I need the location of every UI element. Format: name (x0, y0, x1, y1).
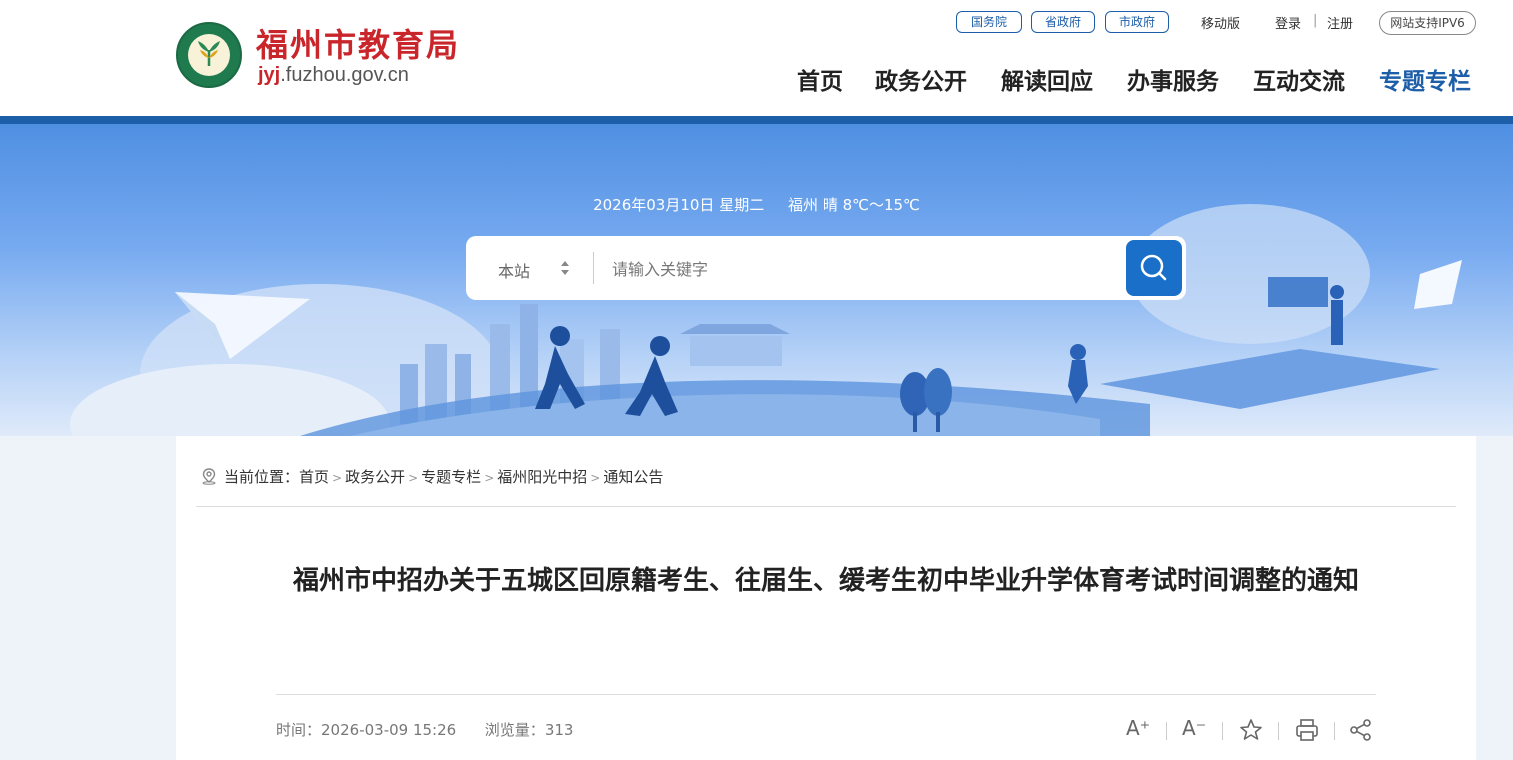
location-pin-icon (202, 468, 216, 485)
nav-interaction[interactable]: 互动交流 (1253, 62, 1345, 96)
breadcrumb-separator: > (590, 471, 601, 485)
share-icon[interactable] (1348, 716, 1374, 744)
article-title: 福州市中招办关于五城区回原籍考生、往届生、缓考生初中毕业升学体育考试时间调整的通… (292, 566, 1359, 596)
date-text: 2026年03月10日 星期二 (593, 196, 765, 214)
breadcrumb: 当前位置：首页 > 政务公开 > 专题专栏 > 福州阳光中招 > 通知公告 (200, 466, 663, 487)
tool-divider (1222, 722, 1223, 740)
header-divider (0, 116, 1513, 124)
breadcrumb-divider (196, 506, 1456, 507)
nav-interpretation[interactable]: 解读回应 (1001, 62, 1093, 96)
site-header: 福州市教育局 jyj.fuzhou.gov.cn 国务院 省政府 市政府 移动版… (0, 0, 1513, 116)
login-separator: | (1313, 13, 1318, 28)
tool-divider (1278, 722, 1279, 740)
tool-divider (1334, 722, 1335, 740)
ipv6-badge[interactable]: 网站支持IPV6 (1379, 11, 1476, 35)
search-scope-select[interactable]: 本站 (498, 258, 530, 282)
article-meta: 时间：2026-03-09 15:26 浏览量：313 (276, 719, 573, 740)
nav-government-affairs[interactable]: 政务公开 (875, 62, 967, 96)
link-register[interactable]: 注册 (1327, 13, 1353, 32)
nav-special-topics[interactable]: 专题专栏 (1379, 62, 1471, 96)
search-input[interactable] (610, 248, 1114, 290)
link-shengzhengfu[interactable]: 省政府 (1031, 11, 1095, 33)
breadcrumb-separator: > (408, 471, 419, 485)
views-label: 浏览量： (484, 721, 545, 739)
search-divider (593, 252, 594, 284)
breadcrumb-government-affairs[interactable]: 政务公开 (345, 468, 405, 486)
breadcrumb-home[interactable]: 首页 (299, 468, 329, 486)
view-count: 313 (544, 721, 574, 739)
breadcrumb-separator: > (484, 471, 495, 485)
font-increase-icon[interactable]: A⁺ (1126, 716, 1150, 744)
weather-text: 福州 晴 8℃～15℃ (788, 196, 920, 214)
breadcrumb-sunshine-admission[interactable]: 福州阳光中招 (497, 468, 587, 486)
title-divider (276, 694, 1376, 695)
link-login[interactable]: 登录 (1275, 13, 1301, 32)
search-box: 本站 (466, 236, 1186, 300)
publish-time: 2026-03-09 15:26 (321, 721, 457, 739)
search-icon (1140, 254, 1167, 281)
star-icon[interactable] (1238, 716, 1264, 744)
time-label: 时间： (276, 721, 322, 739)
breadcrumb-special-topics[interactable]: 专题专栏 (421, 468, 481, 486)
nav-home[interactable]: 首页 (797, 62, 843, 96)
site-title: 福州市教育局 (256, 26, 461, 64)
site-logo[interactable]: 福州市教育局 jyj.fuzhou.gov.cn (176, 22, 476, 92)
scope-arrows-icon[interactable] (560, 258, 570, 278)
domain-rest: .fuzhou.gov.cn (280, 64, 409, 86)
breadcrumb-notices[interactable]: 通知公告 (603, 468, 663, 486)
link-shizhengfu[interactable]: 市政府 (1105, 11, 1169, 33)
breadcrumb-separator: > (332, 471, 343, 485)
font-decrease-icon[interactable]: A⁻ (1182, 716, 1206, 744)
link-mobile[interactable]: 移动版 (1201, 13, 1240, 32)
domain-prefix: jyj (258, 64, 281, 86)
site-domain: jyj.fuzhou.gov.cn (258, 64, 409, 87)
article-container: 当前位置：首页 > 政务公开 > 专题专栏 > 福州阳光中招 > 通知公告 福州市中招办关于五城… (176, 436, 1476, 760)
hero-banner: 2026年03月10日 星期二 福州 晴 8℃～15℃ 本站 (0, 124, 1513, 436)
article-tools: A⁺ A⁻ (1126, 716, 1376, 746)
nav-services[interactable]: 办事服务 (1127, 62, 1219, 96)
date-weather: 2026年03月10日 星期二 福州 晴 8℃～15℃ (0, 194, 1513, 215)
tool-divider (1166, 722, 1167, 740)
emblem-icon (176, 22, 242, 88)
search-button[interactable] (1126, 240, 1182, 296)
breadcrumb-label: 当前位置： (224, 468, 300, 486)
print-icon[interactable] (1294, 716, 1320, 744)
link-guowuyuan[interactable]: 国务院 (956, 11, 1022, 33)
